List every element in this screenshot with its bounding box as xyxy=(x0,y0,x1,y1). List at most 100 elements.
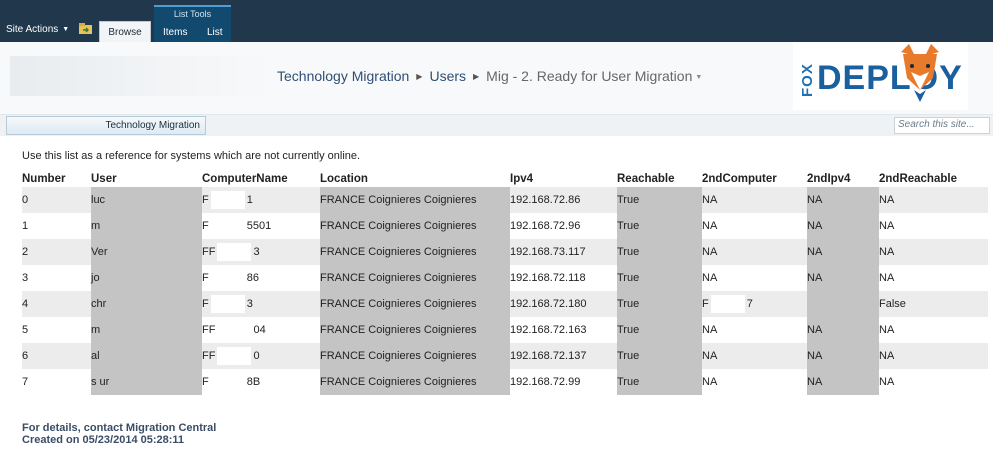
cell-location: FRANCE Coignieres Coignieres xyxy=(320,213,510,239)
cell-2ndcomputer: NA xyxy=(702,239,807,265)
cell-computer-suffix: 1 xyxy=(246,193,253,206)
cell-2ndcomputer: NA xyxy=(702,213,807,239)
cell-2ndreachable: NA xyxy=(879,265,988,291)
cell-number: 4 xyxy=(22,291,91,317)
cell-2ndipv4: NA xyxy=(807,343,879,369)
chevron-down-icon: ▼ xyxy=(62,26,70,33)
cell-computer-suffix: 04 xyxy=(253,323,266,336)
cell-number: 7 xyxy=(22,369,91,395)
cell-2ndcomputer: NA xyxy=(702,317,807,343)
cell-computer: FF 0 xyxy=(202,343,320,369)
table-row: 7 s ur F 8B FRANCE Coignieres Coignieres … xyxy=(22,369,988,395)
cell-2ndreachable: NA xyxy=(879,369,988,395)
cell-2ndipv4: NA xyxy=(807,239,879,265)
cell-computer-suffix: 86 xyxy=(246,271,259,284)
cell-2ndipv4: NA xyxy=(807,187,879,213)
list-description: Use this list as a reference for systems… xyxy=(22,150,361,162)
footer-contact: For details, contact Migration Central xyxy=(22,422,217,434)
cell-user: al xyxy=(91,343,202,369)
breadcrumb-view[interactable]: Mig - 2. Ready for User Migration xyxy=(486,68,692,84)
cell-2ndcomputer-suffix: 7 xyxy=(746,297,753,310)
quick-nav-tab-site[interactable]: Technology Migration xyxy=(6,116,206,135)
breadcrumb-site[interactable]: Technology Migration xyxy=(277,68,409,84)
site-actions-menu[interactable]: Site Actions ▼ xyxy=(6,24,69,35)
chevron-down-icon[interactable]: ▼ xyxy=(695,74,702,81)
cell-location: FRANCE Coignieres Coignieres xyxy=(320,291,510,317)
quick-nav-tab-label: Technology Migration xyxy=(105,120,201,131)
cell-number: 3 xyxy=(22,265,91,291)
cell-reachable: True xyxy=(617,291,702,317)
cell-location: FRANCE Coignieres Coignieres xyxy=(320,239,510,265)
cell-2ndcomputer: NA xyxy=(702,369,807,395)
cell-2ndipv4: NA xyxy=(807,213,879,239)
tab-browse[interactable]: Browse xyxy=(99,21,151,42)
table-row: 4 chr F3 FRANCE Coignieres Coignieres 19… xyxy=(22,291,988,317)
tab-items[interactable]: Items xyxy=(163,27,187,38)
report-footer: For details, contact Migration Central C… xyxy=(22,422,216,446)
search-input[interactable]: Search this site... xyxy=(894,117,990,134)
footer-created: Created on 05/23/2014 05:28:11 xyxy=(22,434,185,446)
redaction-mask xyxy=(210,295,245,313)
cell-computer-suffix: 3 xyxy=(246,297,253,310)
cell-number: 1 xyxy=(22,213,91,239)
cell-2ndreachable: NA xyxy=(879,213,988,239)
cell-computer: FF 3 xyxy=(202,239,320,265)
quick-nav-bar: Technology Migration Search this site... xyxy=(0,114,993,136)
systems-table: Number User ComputerName Location Ipv4 R… xyxy=(22,172,988,395)
column-header-location: Location xyxy=(320,173,368,185)
cell-reachable: True xyxy=(617,213,702,239)
ribbon-bar: Site Actions ▼ Browse List Tools Items Li… xyxy=(0,0,993,42)
redaction-mask xyxy=(217,243,252,261)
cell-location: FRANCE Coignieres Coignieres xyxy=(320,369,510,395)
cell-reachable: True xyxy=(617,265,702,291)
cell-user: m xyxy=(91,317,202,343)
column-header-2ndreachable: 2ndReachable xyxy=(879,173,957,185)
folder-navigate-icon[interactable] xyxy=(79,23,92,34)
cell-ipv4: 192.168.72.99 xyxy=(510,369,617,395)
cell-user: m xyxy=(91,213,202,239)
cell-2ndreachable: NA xyxy=(879,317,988,343)
column-header-2ndipv4: 2ndIpv4 xyxy=(807,173,851,185)
cell-user: jo xyxy=(91,265,202,291)
cell-number: 0 xyxy=(22,187,91,213)
cell-computer: F 86 xyxy=(202,265,320,291)
cell-computer-suffix: 3 xyxy=(253,245,260,258)
table-row: 3 jo F 86 FRANCE Coignieres Coignieres 19… xyxy=(22,265,988,291)
cell-location: FRANCE Coignieres Coignieres xyxy=(320,343,510,369)
breadcrumb: Technology Migration ▶ Users ▶ Mig - 2. Read… xyxy=(277,68,702,84)
table-header-row: Number User ComputerName Location Ipv4 R… xyxy=(22,172,988,187)
cell-ipv4: 192.168.73.117 xyxy=(510,239,617,265)
cell-computer-prefix: FF xyxy=(202,323,216,336)
cell-number: 5 xyxy=(22,317,91,343)
column-header-user: User xyxy=(91,173,117,185)
cell-number: 6 xyxy=(22,343,91,369)
cell-ipv4: 192.168.72.86 xyxy=(510,187,617,213)
cell-computer: F 8B xyxy=(202,369,320,395)
table-row: 6 al FF 0 FRANCE Coignieres Coignieres 19… xyxy=(22,343,988,369)
cell-2ndcomputer: F7 xyxy=(702,291,807,317)
cell-user: Ver xyxy=(91,239,202,265)
site-logo-redacted xyxy=(10,56,270,96)
tab-list[interactable]: List xyxy=(207,27,223,38)
redaction-mask xyxy=(210,269,245,287)
table-row: 0 luc F1 FRANCE Coignieres Coignieres 19… xyxy=(22,187,988,213)
cell-reachable: True xyxy=(617,187,702,213)
list-tools-label: List Tools xyxy=(173,9,212,19)
cell-2ndcomputer: NA xyxy=(702,187,807,213)
cell-ipv4: 192.168.72.137 xyxy=(510,343,617,369)
redaction-mask xyxy=(710,295,745,313)
redaction-mask xyxy=(217,347,252,365)
logo-deploy-text: DEPLOY xyxy=(817,59,963,97)
breadcrumb-list[interactable]: Users xyxy=(429,68,466,84)
cell-reachable: True xyxy=(617,369,702,395)
cell-number: 2 xyxy=(22,239,91,265)
redaction-mask xyxy=(210,373,245,391)
cell-2ndipv4: NA xyxy=(807,369,879,395)
cell-computer-prefix: F xyxy=(202,219,209,232)
cell-ipv4: 192.168.72.180 xyxy=(510,291,617,317)
cell-reachable: True xyxy=(617,239,702,265)
cell-reachable: True xyxy=(617,317,702,343)
cell-2ndipv4 xyxy=(807,291,879,317)
cell-computer-suffix: 5501 xyxy=(246,219,272,232)
cell-computer: F 5501 xyxy=(202,213,320,239)
